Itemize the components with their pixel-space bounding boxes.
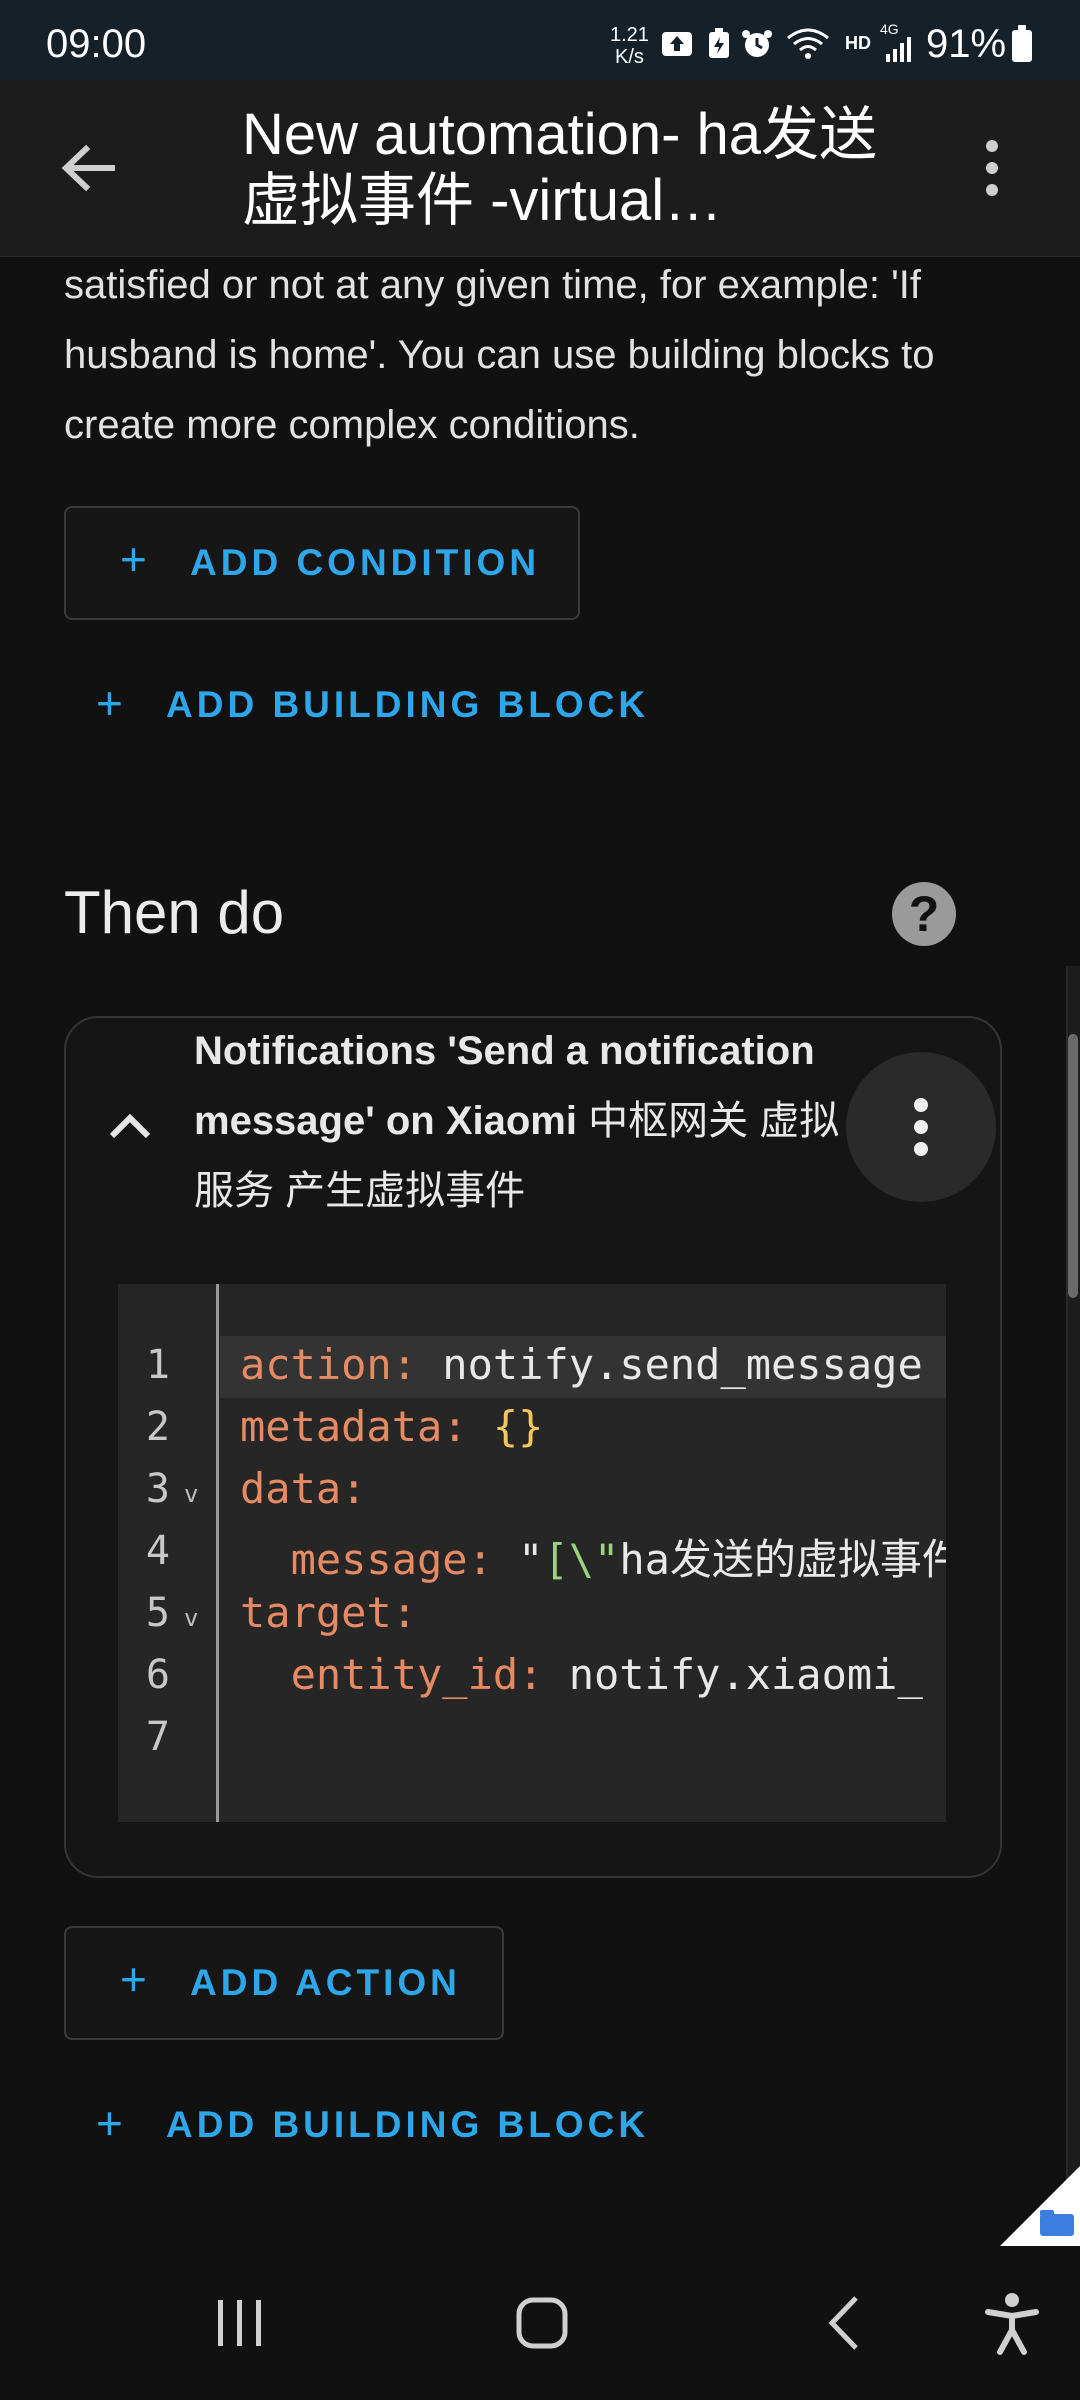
alarm-icon [740,28,774,58]
code-line-2: metadata: {} [240,1402,544,1451]
battery-percent: 91% [926,22,1007,66]
code-line-6: entity_id: notify.xiaomi_ [240,1650,923,1699]
add-action-building-block-button[interactable]: ADD BUILDING BLOCK [166,2104,649,2146]
nav-back-icon[interactable] [826,2294,862,2352]
fold-toggle-icon[interactable]: v [184,1480,198,1508]
wifi-icon [786,28,830,59]
plus-icon: + [96,677,123,729]
line-number: 4 [145,1528,170,1574]
network-speed: 1.21 K/s [610,24,649,68]
network-speed-value: 1.21 [610,24,649,46]
network-speed-unit: K/s [615,46,644,68]
recent-apps-icon[interactable] [212,2296,268,2350]
add-condition-label: ADD CONDITION [190,542,541,583]
code-line-4: message: "[\"ha发送的虚拟事件 [240,1535,946,1584]
action-card-title[interactable]: Notifications 'Send a notification messa… [194,1016,854,1226]
fold-toggle-icon[interactable]: v [184,1604,198,1632]
conditions-description: satisfied or not at any given time, for … [64,263,935,447]
overflow-menu-icon[interactable] [980,138,1004,198]
line-number: 3 [145,1466,170,1512]
code-line-5: target: [240,1588,418,1637]
add-condition-building-block-button[interactable]: ADD BUILDING BLOCK [166,684,649,726]
line-number: 5 [145,1590,170,1636]
plus-icon: + [120,533,147,585]
home-icon[interactable] [516,2296,568,2350]
help-icon[interactable]: ? [892,882,956,946]
folder-shortcut-icon[interactable] [1000,2166,1080,2246]
battery-saver-icon [702,28,736,58]
code-lines[interactable]: action: notify.send_message metadata: {}… [220,1284,946,1822]
signal-icon: 4G [880,22,920,62]
code-line-1: action: notify.send_message [240,1340,923,1389]
code-line-3: data: [240,1464,367,1513]
scrollbar-thumb[interactable] [1068,1034,1078,1298]
chevron-up-icon[interactable] [108,1110,152,1140]
editor-gutter-divider [216,1284,219,1822]
battery-icon [1012,25,1032,62]
actions-heading: Then do [64,879,285,946]
line-number: 2 [145,1404,170,1450]
hd-badge: HD [845,33,871,53]
accessibility-icon[interactable] [984,2292,1040,2356]
line-number: 7 [145,1714,170,1760]
plus-icon: + [120,1953,147,2005]
line-number: 1 [145,1342,170,1388]
page-title: New automation- ha发送虚拟事件 -virtual… [242,102,878,233]
upload-icon [660,28,694,58]
add-action-label: ADD ACTION [190,1962,461,2003]
line-number: 6 [145,1652,170,1698]
back-arrow-icon[interactable] [58,138,118,198]
more-vertical-icon [910,1096,932,1158]
status-time: 09:00 [46,22,147,66]
plus-icon: + [96,2097,123,2149]
